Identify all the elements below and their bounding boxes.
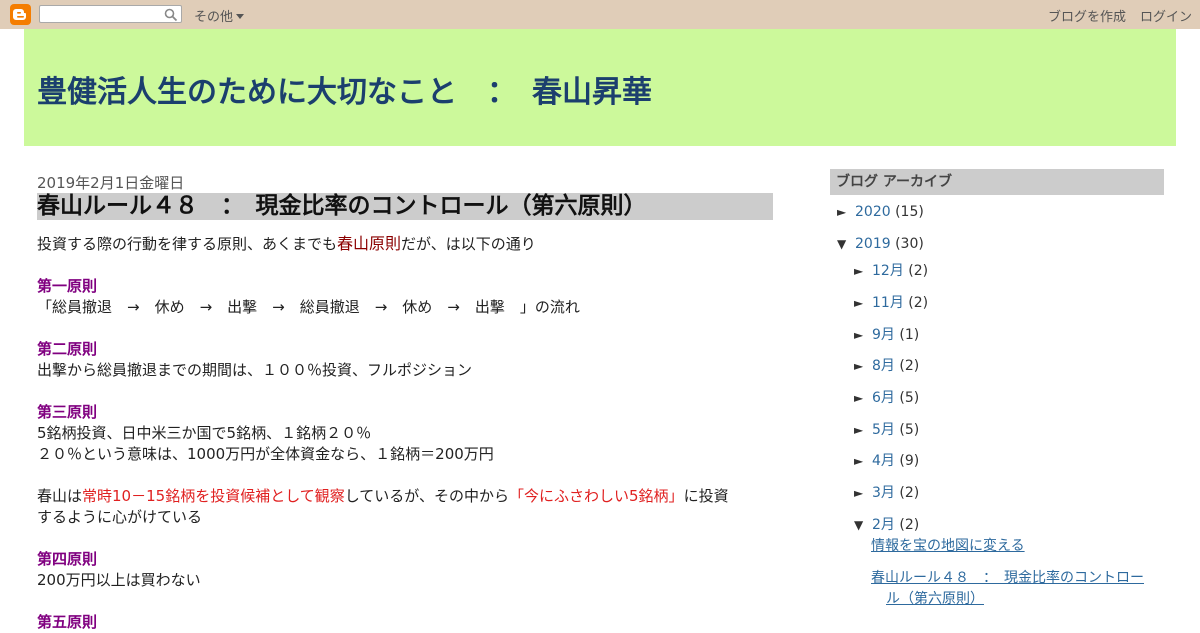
archive-count: (30) [895,236,924,252]
archive-month-item[interactable]: ► 8月 (2) [854,355,919,375]
detail-text-2: しているが、その中から [344,487,510,505]
archive-year-2020[interactable]: ► 2020 (15) [837,204,924,220]
expand-arrow-icon[interactable]: ► [854,328,872,342]
blog-archive-widget: ブログ アーカイブ [830,169,1164,195]
principle-4-heading: 第四原則 [37,550,98,568]
detail-highlight-1: 常時10－15銘柄を投資候補として観察 [82,487,345,505]
principle-1-heading: 第一原則 [37,277,98,295]
expand-arrow-icon[interactable]: ► [854,264,872,278]
archive-month-link[interactable]: 8月 [872,358,895,374]
intro-highlight: 春山原則 [337,234,402,253]
archive-month-link[interactable]: 11月 [872,295,904,311]
detail-highlight-2: 「今にふさわしい5銘柄」 [509,487,684,505]
archive-month-link[interactable]: 5月 [872,422,895,438]
archive-count: (1) [899,327,920,343]
navbar-search [39,5,182,26]
archive-month-link[interactable]: 6月 [872,390,895,406]
expand-arrow-icon[interactable]: ► [854,296,872,310]
chevron-down-icon [236,14,245,19]
intro-text-after: だが、は以下の通り [401,235,536,253]
archive-count: (15) [895,204,924,220]
archive-count: (2) [899,517,920,533]
expand-arrow-icon[interactable]: ► [854,391,872,405]
blogger-logo-icon[interactable] [10,4,31,25]
expand-arrow-icon[interactable]: ► [854,359,872,373]
archive-post-link[interactable]: 春山ルール４８ ： 現金比率のコントロー ル（第六原則） [871,568,1161,610]
archive-month-link[interactable]: 3月 [872,485,895,501]
principle-2-heading: 第二原則 [37,340,98,358]
post-title[interactable]: 春山ルール４８ ： 現金比率のコントロール（第六原則） [37,193,773,220]
archive-month-link[interactable]: 2月 [872,517,895,533]
post-body: 投資する際の行動を律する原則、あくまでも春山原則だが、は以下の通り 第一原則 「… [37,233,777,633]
archive-count: (2) [908,263,929,279]
archive-month-link[interactable]: 4月 [872,453,895,469]
expand-arrow-icon[interactable]: ► [854,423,872,437]
principle-1-text: 「総員撤退 → 休め → 出撃 → 総員撤退 → 休め → 出撃 」の流れ [37,298,580,316]
archive-month-item[interactable]: ► 12月 (2) [854,260,928,280]
principle-3-line1: 5銘柄投資、日中米三か国で5銘柄、１銘柄２０％ [37,424,372,442]
search-icon[interactable] [164,7,178,26]
expand-arrow-icon[interactable]: ► [854,454,872,468]
expand-arrow-icon[interactable]: ► [837,205,855,219]
archive-title: ブログ アーカイブ [830,169,1164,195]
login-link[interactable]: ログイン [1140,6,1192,25]
principle-3-heading: 第三原則 [37,403,98,421]
detail-text-1: 春山は [37,487,83,505]
intro-text: 投資する際の行動を律する原則、あくまでも [37,235,338,253]
search-input[interactable] [44,10,162,24]
more-menu[interactable]: その他 [194,6,245,25]
archive-post-title[interactable]: 春山ルール４８ ： 現金比率のコントロー [871,568,1161,589]
archive-count: (2) [908,295,929,311]
more-menu-label: その他 [194,10,234,25]
principle-3-detail: 春山は常時10－15銘柄を投資候補として観察しているが、その中から「今にふさわし… [37,486,777,507]
archive-count: (2) [899,358,920,374]
collapse-arrow-icon[interactable]: ▼ [854,518,872,532]
detail-text-3: に投資 [683,487,729,505]
blogger-navbar: その他 ブログを作成 ログイン [0,0,1200,29]
principle-4-text: 200万円以上は買わない [37,571,201,589]
archive-month-item[interactable]: ► 4月 (9) [854,450,919,470]
create-blog-link[interactable]: ブログを作成 [1048,6,1126,25]
archive-month-item[interactable]: ► 11月 (2) [854,292,928,312]
archive-month-item[interactable]: ▼ 2月 (2) [854,514,919,534]
archive-count: (5) [899,422,920,438]
blog-title[interactable]: 豊健活人生のために大切なこと ： 春山昇華 [37,67,652,111]
archive-month-item[interactable]: ► 6月 (5) [854,387,919,407]
archive-month-link[interactable]: 12月 [872,263,904,279]
archive-count: (9) [899,453,920,469]
archive-count: (5) [899,390,920,406]
archive-month-item[interactable]: ► 9月 (1) [854,324,919,344]
archive-year-link[interactable]: 2019 [855,236,891,252]
post-date: 2019年2月1日金曜日 [37,174,185,192]
blog-header: 豊健活人生のために大切なこと ： 春山昇華 [24,29,1176,146]
archive-post-link[interactable]: 情報を宝の地図に変える [871,536,1025,557]
post-intro: 投資する際の行動を律する原則、あくまでも春山原則だが、は以下の通り [37,233,777,255]
archive-month-item[interactable]: ► 3月 (2) [854,482,919,502]
archive-year-link[interactable]: 2020 [855,204,891,220]
expand-arrow-icon[interactable]: ► [854,486,872,500]
archive-post-title[interactable]: 情報を宝の地図に変える [871,538,1025,554]
principle-3-detail-line2: するように心がけている [37,508,203,526]
collapse-arrow-icon[interactable]: ▼ [837,237,855,251]
principle-3-line2: ２０％という意味は、1000万円が全体資金なら、１銘柄＝200万円 [37,445,494,463]
principle-2-text: 出撃から総員撤退までの期間は、１００％投資、フルポジション [37,361,473,379]
archive-month-link[interactable]: 9月 [872,327,895,343]
archive-year-2019[interactable]: ▼ 2019 (30) [837,236,924,252]
archive-month-item[interactable]: ► 5月 (5) [854,419,919,439]
archive-count: (2) [899,485,920,501]
archive-post-title-cont[interactable]: ル（第六原則） [871,589,1161,610]
